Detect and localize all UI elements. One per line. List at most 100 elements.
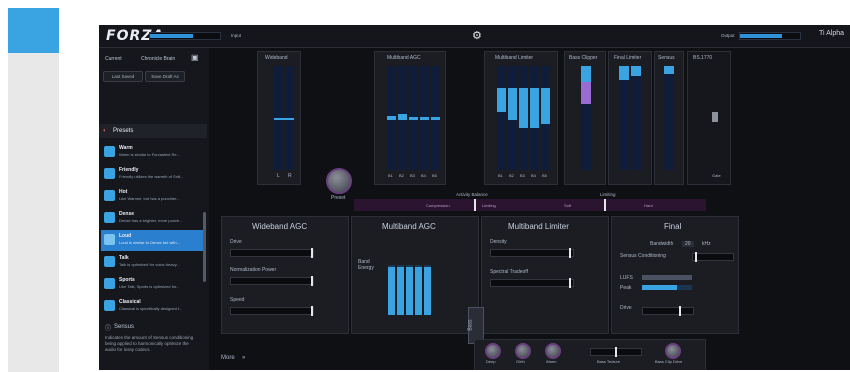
band-energy-bar-1[interactable] bbox=[388, 267, 395, 315]
forza-app: FORZA Input ⚙ Output Ti Alpha Current Ch… bbox=[99, 25, 850, 370]
warm-label: Warm bbox=[546, 359, 557, 364]
activity-balance-label: Activity Balance bbox=[456, 192, 488, 197]
bass-texture-slider[interactable] bbox=[590, 347, 642, 357]
preset-desc: Dense has a brighter, more punch... bbox=[119, 218, 183, 223]
preset-desc: Talk is optimized for voice-heavy... bbox=[119, 262, 180, 267]
preset-title: Dense bbox=[119, 211, 135, 217]
preset-item[interactable]: Hot Like Warmer, but has a punchier... bbox=[101, 186, 204, 207]
drive-slider[interactable] bbox=[230, 248, 314, 258]
presets-header[interactable]: ◐ Presets bbox=[99, 124, 207, 138]
bass-texture-label: Bass Texture bbox=[597, 359, 621, 364]
preset-item[interactable]: Talk Talk is optimized for voice-heavy..… bbox=[101, 252, 204, 273]
speed-slider[interactable] bbox=[230, 306, 314, 316]
normalization-power-slider[interactable] bbox=[230, 276, 314, 286]
preset-item[interactable]: Dense Dense has a brighter, more punch..… bbox=[101, 208, 204, 229]
sensus-info-icon: ⓘ bbox=[105, 326, 112, 332]
soft-label: Soft bbox=[564, 203, 572, 208]
limiting-header: Limiting bbox=[600, 192, 616, 197]
more-button[interactable]: More bbox=[221, 355, 235, 361]
sidebar: Current Chronicle Brain ▣ Last Saved Sav… bbox=[99, 48, 209, 370]
settings-gear-icon[interactable]: ⚙ bbox=[472, 29, 482, 42]
spectral-tradeoff-slider[interactable] bbox=[490, 278, 574, 288]
preset-icon bbox=[104, 168, 115, 179]
preset-knob[interactable] bbox=[326, 168, 352, 194]
activity-balance-bar[interactable]: Activity Balance Limiting Compression Li… bbox=[354, 192, 706, 211]
save-icon[interactable]: ▣ bbox=[191, 53, 199, 62]
multiband-agc-meter-panel: Multiband AGC B1 B2 B3 B4 B5 bbox=[374, 51, 446, 185]
preset-knob-label: Preset bbox=[331, 195, 346, 201]
output-label: Output bbox=[721, 33, 735, 38]
final-limiter-meter-title: Final Limiter bbox=[614, 55, 642, 61]
multiband-agc-title: Multiband AGC bbox=[382, 222, 436, 231]
preset-item-selected[interactable]: Loud Loud is similar to Dense but with..… bbox=[101, 230, 204, 251]
multiband-limiter-title: Multiband Limiter bbox=[508, 222, 569, 231]
top-bar: FORZA Input ⚙ Output Ti Alpha bbox=[99, 25, 850, 48]
band-energy-label: Band Energy bbox=[358, 259, 374, 271]
bandwidth-value[interactable]: 20 bbox=[682, 241, 694, 247]
lufs-meter bbox=[642, 275, 692, 280]
drive-final-label: Drive bbox=[620, 305, 632, 311]
sensus-conditioning-slider[interactable] bbox=[692, 252, 734, 262]
lim-label-b3: B3 bbox=[520, 173, 525, 178]
agc-bar-b2 bbox=[398, 114, 407, 120]
wideband-agc-title: Wideband AGC bbox=[252, 222, 308, 231]
bass-clipper-meter-panel: Bass Clipper bbox=[564, 51, 606, 185]
sensus-bar bbox=[664, 66, 674, 74]
final-section: Final Bandwidth 20 kHz Sensus Conditioni… bbox=[611, 216, 739, 334]
compression-label: Compression bbox=[426, 203, 450, 208]
output-meter bbox=[739, 32, 801, 40]
multiband-limiter-section: Multiband Limiter Density Spectral Trade… bbox=[481, 216, 609, 334]
brand-logo: Ti Alpha bbox=[819, 30, 845, 37]
input-label: Input bbox=[231, 33, 242, 38]
lufs-label: LUFS bbox=[620, 275, 633, 281]
preset-item[interactable]: Sports Like Talk, Sports is optimized fo… bbox=[101, 274, 204, 295]
peak-label: Peak bbox=[620, 285, 632, 291]
agc-bar-b5 bbox=[431, 117, 440, 120]
wideband-agc-section: Wideband AGC Drive Normalization Power S… bbox=[221, 216, 349, 334]
lim-bar-b1 bbox=[497, 88, 506, 112]
bass-panel: Deep Girth Warm Bass Texture Bass Clip D… bbox=[474, 339, 706, 370]
gutter-button[interactable] bbox=[8, 8, 59, 53]
sensus-meter-title: Sensus bbox=[658, 55, 675, 61]
lim-bar-b3 bbox=[519, 88, 528, 128]
density-label: Density bbox=[490, 239, 507, 245]
bass-clip-drive-knob[interactable] bbox=[665, 343, 681, 359]
preset-desc: Friendly utilizes the warmth of Soft... bbox=[119, 174, 184, 179]
deep-knob[interactable] bbox=[485, 343, 501, 359]
agc-label-b5: B5 bbox=[432, 173, 437, 178]
preset-title: Classical bbox=[119, 299, 141, 305]
spectral-tradeoff-label: Spectral Tradeoff bbox=[490, 269, 528, 275]
bs1770-meter-panel: BS.1770 Gate bbox=[687, 51, 731, 185]
bass-clipper-meter-title: Bass Clipper bbox=[569, 55, 598, 61]
preset-scrollbar[interactable] bbox=[203, 212, 206, 282]
current-preset-value[interactable]: Chronicle Brain bbox=[141, 56, 175, 62]
multiband-agc-meter-title: Multiband AGC bbox=[387, 55, 421, 61]
band-energy-bar-3[interactable] bbox=[406, 267, 413, 315]
presets-toggle-icon[interactable]: ◐ bbox=[103, 128, 107, 134]
activity-balance-handle[interactable] bbox=[474, 199, 476, 211]
preset-item[interactable]: Warm Warm is similar to Forzastrict Re..… bbox=[101, 142, 204, 163]
preset-item[interactable]: Friendly Friendly utilizes the warmth of… bbox=[101, 164, 204, 185]
wideband-meter-panel: Wideband L R bbox=[257, 51, 301, 185]
preset-item[interactable]: Classical Classical is specifically desi… bbox=[101, 296, 204, 317]
band-energy-bar-4[interactable] bbox=[415, 267, 422, 315]
bass-clipper-purple-bar bbox=[581, 82, 591, 104]
final-drive-slider[interactable] bbox=[642, 306, 694, 316]
preset-desc: Classical is specifically designed f... bbox=[119, 306, 183, 311]
preset-desc: Warm is similar to Forzastrict Re... bbox=[119, 152, 180, 157]
girth-knob[interactable] bbox=[515, 343, 531, 359]
preset-desc: Like Talk, Sports is optimized for... bbox=[119, 284, 180, 289]
more-chevron-icon[interactable]: » bbox=[242, 355, 245, 361]
band-energy-bar-5[interactable] bbox=[424, 267, 431, 315]
final-limiter-meter-panel: Final Limiter bbox=[608, 51, 652, 185]
preset-icon bbox=[104, 278, 115, 289]
save-as-button[interactable]: Save Draft As bbox=[145, 71, 185, 82]
warm-knob[interactable] bbox=[545, 343, 561, 359]
last-saved-button[interactable]: Last Saved bbox=[103, 71, 143, 82]
limiting-handle[interactable] bbox=[604, 199, 606, 211]
density-slider[interactable] bbox=[490, 248, 574, 258]
band-energy-bar-2[interactable] bbox=[397, 267, 404, 315]
preset-icon bbox=[104, 146, 115, 157]
preset-title: Talk bbox=[119, 255, 129, 261]
multiband-limiter-meter-panel: Multiband Limiter B1 B2 B3 B4 B5 bbox=[484, 51, 558, 185]
